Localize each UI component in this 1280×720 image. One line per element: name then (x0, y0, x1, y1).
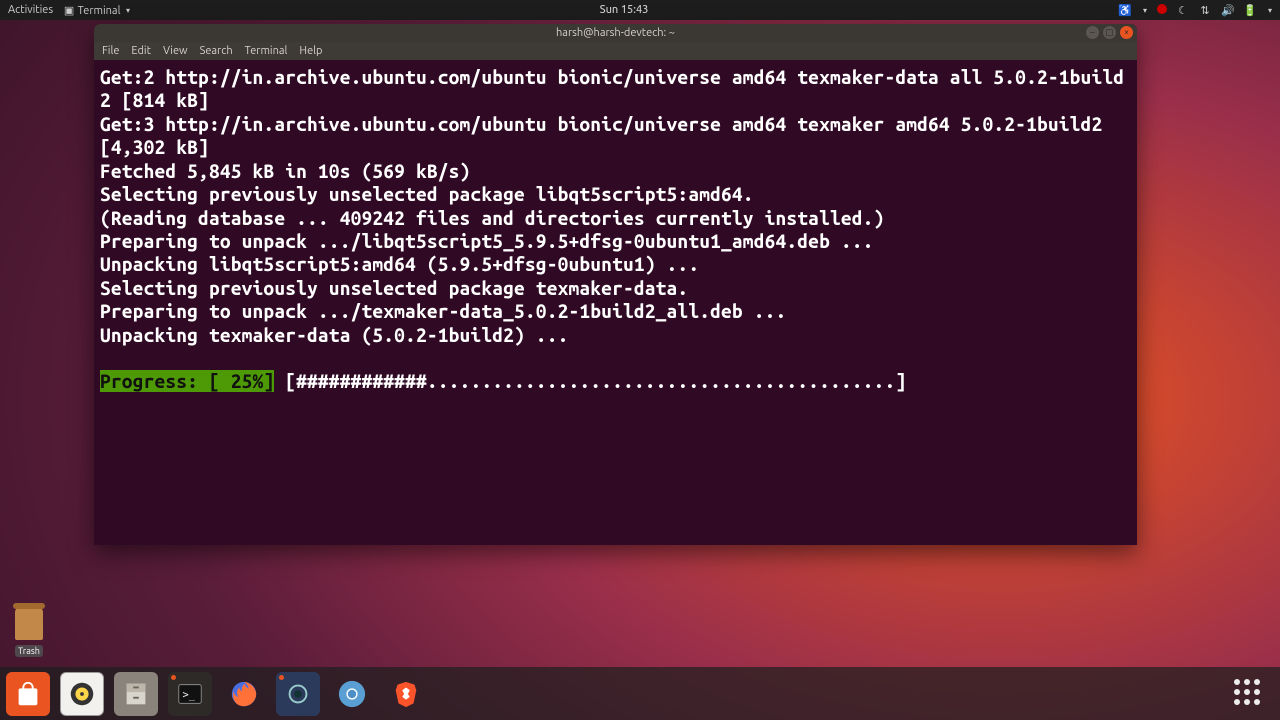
chevron-down-icon: ▾ (1268, 6, 1272, 15)
dock: >_ (0, 667, 1280, 720)
night-mode-icon[interactable]: ☾ (1177, 4, 1189, 17)
gnome-top-bar: Activities ▣ Terminal ▾ Sun 15:43 ♿ ▾ ☾ … (0, 0, 1280, 20)
terminal-line: (Reading database ... 409242 files and d… (100, 207, 884, 229)
file-cabinet-icon (121, 679, 151, 709)
progress-bar: [############...........................… (274, 370, 906, 392)
progress-label: Progress: [ 25%] (100, 370, 274, 392)
dock-app-files[interactable] (114, 672, 158, 716)
chevron-down-icon: ▾ (1143, 6, 1147, 15)
dock-app-brave[interactable] (384, 672, 428, 716)
terminal-line: Selecting previously unselected package … (100, 183, 754, 205)
desktop-trash[interactable]: Trash (10, 608, 48, 658)
trash-label: Trash (15, 645, 43, 657)
activities-button[interactable]: Activities (8, 4, 53, 16)
clock[interactable]: Sun 15:43 (130, 4, 1118, 16)
network-icon[interactable]: ⇅ (1199, 4, 1211, 17)
window-maximize-button[interactable]: ▢ (1103, 26, 1116, 39)
menu-edit[interactable]: Edit (131, 45, 151, 57)
menu-search[interactable]: Search (200, 45, 233, 57)
record-indicator-icon[interactable] (1157, 4, 1167, 16)
terminal-line: Get:3 http://in.archive.ubuntu.com/ubunt… (100, 113, 1113, 158)
trash-icon (15, 608, 43, 640)
dock-app-terminal[interactable]: >_ (168, 672, 212, 716)
show-applications-button[interactable] (1234, 679, 1264, 709)
window-title: harsh@harsh-devtech: ~ (556, 27, 675, 39)
terminal-indicator-icon: ▣ (63, 4, 75, 17)
shopping-bag-icon (13, 679, 43, 709)
svg-text:>_: >_ (183, 688, 196, 700)
terminal-line: Preparing to unpack .../libqt5script5_5.… (100, 230, 874, 252)
brave-icon (391, 679, 421, 709)
obs-icon (283, 679, 313, 709)
accessibility-icon[interactable]: ♿ (1118, 4, 1130, 17)
speaker-icon (67, 679, 97, 709)
terminal-output[interactable]: Get:2 http://in.archive.ubuntu.com/ubunt… (94, 60, 1137, 545)
dock-app-chromium[interactable] (330, 672, 374, 716)
menu-terminal[interactable]: Terminal (245, 45, 288, 57)
window-close-button[interactable]: × (1120, 26, 1133, 39)
chromium-icon (337, 679, 367, 709)
dock-app-rhythmbox[interactable] (60, 672, 104, 716)
volume-icon[interactable]: 🔊 (1221, 4, 1233, 17)
terminal-line: Get:2 http://in.archive.ubuntu.com/ubunt… (100, 66, 1124, 111)
menu-help[interactable]: Help (299, 45, 322, 57)
terminal-line: Fetched 5,845 kB in 10s (569 kB/s) (100, 160, 470, 182)
terminal-menubar: File Edit View Search Terminal Help (94, 42, 1137, 60)
terminal-line: Preparing to unpack .../texmaker-data_5.… (100, 300, 786, 322)
firefox-icon (229, 679, 259, 709)
dock-app-firefox[interactable] (222, 672, 266, 716)
window-minimize-button[interactable]: – (1086, 26, 1099, 39)
menu-view[interactable]: View (163, 45, 188, 57)
menu-file[interactable]: File (102, 45, 119, 57)
terminal-window: harsh@harsh-devtech: ~ – ▢ × File Edit V… (94, 24, 1137, 545)
app-menu-label: Terminal (78, 5, 121, 17)
dock-app-ubuntu-software[interactable] (6, 672, 50, 716)
dock-app-obs[interactable] (276, 672, 320, 716)
terminal-line: Unpacking libqt5script5:amd64 (5.9.5+dfs… (100, 253, 699, 275)
app-menu[interactable]: ▣ Terminal ▾ (63, 4, 130, 17)
battery-icon[interactable]: 🔋 (1243, 4, 1255, 17)
terminal-line: Selecting previously unselected package … (100, 277, 688, 299)
window-titlebar[interactable]: harsh@harsh-devtech: ~ – ▢ × (94, 24, 1137, 42)
terminal-icon: >_ (175, 679, 205, 709)
terminal-line: Unpacking texmaker-data (5.0.2-1build2) … (100, 324, 568, 346)
